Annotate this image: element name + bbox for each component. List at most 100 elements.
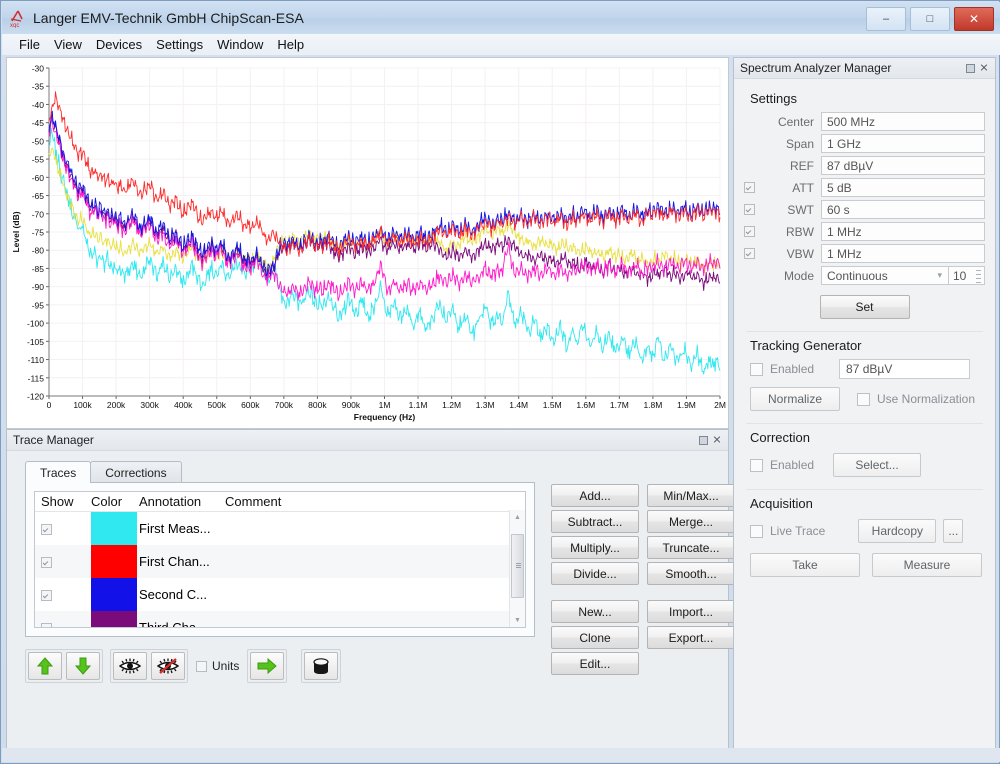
table-row[interactable]: First Meas... [35, 512, 525, 546]
row-color-cell[interactable] [91, 611, 137, 628]
import-button[interactable]: Import... [647, 600, 735, 623]
setting-input-att[interactable]: 5 dB [821, 178, 985, 197]
divider-3 [746, 489, 983, 490]
menu-view[interactable]: View [47, 35, 89, 54]
row-show-checkbox[interactable] [41, 623, 52, 628]
apply-button[interactable] [250, 652, 284, 680]
live-trace-checkbox[interactable] [750, 525, 763, 538]
table-row[interactable]: First Chan... [35, 545, 525, 578]
row-show-checkbox[interactable] [41, 557, 52, 568]
tg-level-input[interactable]: 87 dBµV [839, 359, 970, 379]
setting-input-rbw[interactable]: 1 MHz [821, 222, 985, 241]
move-down-button[interactable] [66, 652, 100, 680]
row-show-checkbox[interactable] [41, 524, 52, 535]
svg-text:1.5M: 1.5M [543, 400, 562, 410]
hardcopy-button[interactable]: Hardcopy [858, 519, 936, 543]
menu-devices[interactable]: Devices [89, 35, 149, 54]
sam-float-icon[interactable] [965, 63, 975, 73]
select-button[interactable]: Select... [833, 453, 921, 477]
delete-button[interactable] [304, 652, 338, 680]
show-all-button[interactable] [113, 652, 147, 680]
trace-toolbar: Units [25, 649, 341, 683]
menu-settings[interactable]: Settings [149, 35, 210, 54]
move-up-button[interactable] [28, 652, 62, 680]
setting-checkbox-swt[interactable] [744, 204, 755, 215]
spectrum-chart[interactable]: -30-35-40-45-50-55-60-65-70-75-80-85-90-… [6, 57, 729, 429]
svg-text:800k: 800k [308, 400, 327, 410]
row-color-cell[interactable] [91, 578, 137, 611]
new-button[interactable]: New... [551, 600, 639, 623]
tg-enabled-checkbox[interactable] [750, 363, 763, 376]
add-button[interactable]: Add... [551, 484, 639, 507]
move-group [25, 649, 103, 683]
color-swatch[interactable] [91, 611, 137, 628]
row-color-cell[interactable] [91, 512, 137, 546]
langer-logo: xqc [9, 8, 31, 28]
setting-input-vbw[interactable]: 1 MHz [821, 244, 985, 263]
svg-text:Level (dB): Level (dB) [11, 211, 21, 252]
use-normalization-checkbox[interactable] [857, 393, 870, 406]
edit-button[interactable]: Edit... [551, 652, 639, 675]
panel-close-icon[interactable] [712, 435, 722, 445]
minmax-button[interactable]: Min/Max... [647, 484, 735, 507]
mode-combo[interactable]: Continuous ▾ [821, 266, 949, 285]
setting-checkbox-rbw[interactable] [744, 226, 755, 237]
setting-input-center[interactable]: 500 MHz [821, 112, 985, 131]
clone-button[interactable]: Clone [551, 626, 639, 649]
mode-count-spinner[interactable]: 10 [949, 266, 985, 285]
normalize-button[interactable]: Normalize [750, 387, 840, 411]
mode-count-value: 10 [953, 269, 966, 283]
traces-grid[interactable]: Show Color Annotation Comment First Meas… [34, 491, 526, 628]
traces-scrollbar[interactable]: ▲ ▼ [509, 510, 525, 627]
color-swatch[interactable] [91, 512, 137, 545]
svg-text:100k: 100k [73, 400, 92, 410]
setting-checkbox-att[interactable] [744, 182, 755, 193]
multiply-button[interactable]: Multiply... [551, 536, 639, 559]
color-swatch[interactable] [91, 545, 137, 578]
setting-input-span[interactable]: 1 GHz [821, 134, 985, 153]
row-show-cell[interactable] [35, 578, 91, 611]
setting-input-swt[interactable]: 60 s [821, 200, 985, 219]
maximize-button[interactable]: □ [910, 7, 950, 31]
row-show-cell[interactable] [35, 545, 91, 578]
measure-button[interactable]: Measure [872, 553, 982, 577]
row-show-checkbox[interactable] [41, 590, 52, 601]
menu-window[interactable]: Window [210, 35, 270, 54]
tab-corrections[interactable]: Corrections [90, 461, 181, 483]
minimize-button[interactable]: – [866, 7, 906, 31]
svg-text:1.6M: 1.6M [576, 400, 595, 410]
table-row[interactable]: Second C... [35, 578, 525, 611]
scroll-down-icon[interactable]: ▼ [510, 613, 525, 627]
scroll-up-icon[interactable]: ▲ [510, 510, 525, 524]
traces-table: Show Color Annotation Comment First Meas… [35, 492, 525, 628]
row-show-cell[interactable] [35, 611, 91, 628]
close-button[interactable]: ✕ [954, 7, 994, 31]
smooth-button[interactable]: Smooth... [647, 562, 735, 585]
setting-input-ref[interactable]: 87 dBµV [821, 156, 985, 175]
sam-close-icon[interactable] [979, 63, 989, 73]
float-icon[interactable] [698, 435, 708, 445]
set-button[interactable]: Set [820, 295, 910, 319]
export-button[interactable]: Export... [647, 626, 735, 649]
merge-button[interactable]: Merge... [647, 510, 735, 533]
row-color-cell[interactable] [91, 545, 137, 578]
table-row[interactable]: Third Cha... [35, 611, 525, 628]
setting-label-center: Center [760, 115, 821, 129]
menu-help[interactable]: Help [270, 35, 311, 54]
scrollbar-thumb[interactable] [511, 534, 524, 598]
menu-file[interactable]: File [12, 35, 47, 54]
divide-button[interactable]: Divide... [551, 562, 639, 585]
units-checkbox[interactable] [196, 661, 207, 672]
units-control[interactable]: Units [196, 659, 239, 673]
tab-traces[interactable]: Traces [25, 461, 91, 483]
svg-text:-30: -30 [32, 64, 45, 74]
truncate-button[interactable]: Truncate... [647, 536, 735, 559]
correction-enabled-checkbox[interactable] [750, 459, 763, 472]
take-button[interactable]: Take [750, 553, 860, 577]
subtract-button[interactable]: Subtract... [551, 510, 639, 533]
setting-checkbox-vbw[interactable] [744, 248, 755, 259]
row-show-cell[interactable] [35, 512, 91, 546]
hide-all-button[interactable] [151, 652, 185, 680]
color-swatch[interactable] [91, 578, 137, 611]
hardcopy-more-button[interactable]: ... [943, 519, 963, 543]
